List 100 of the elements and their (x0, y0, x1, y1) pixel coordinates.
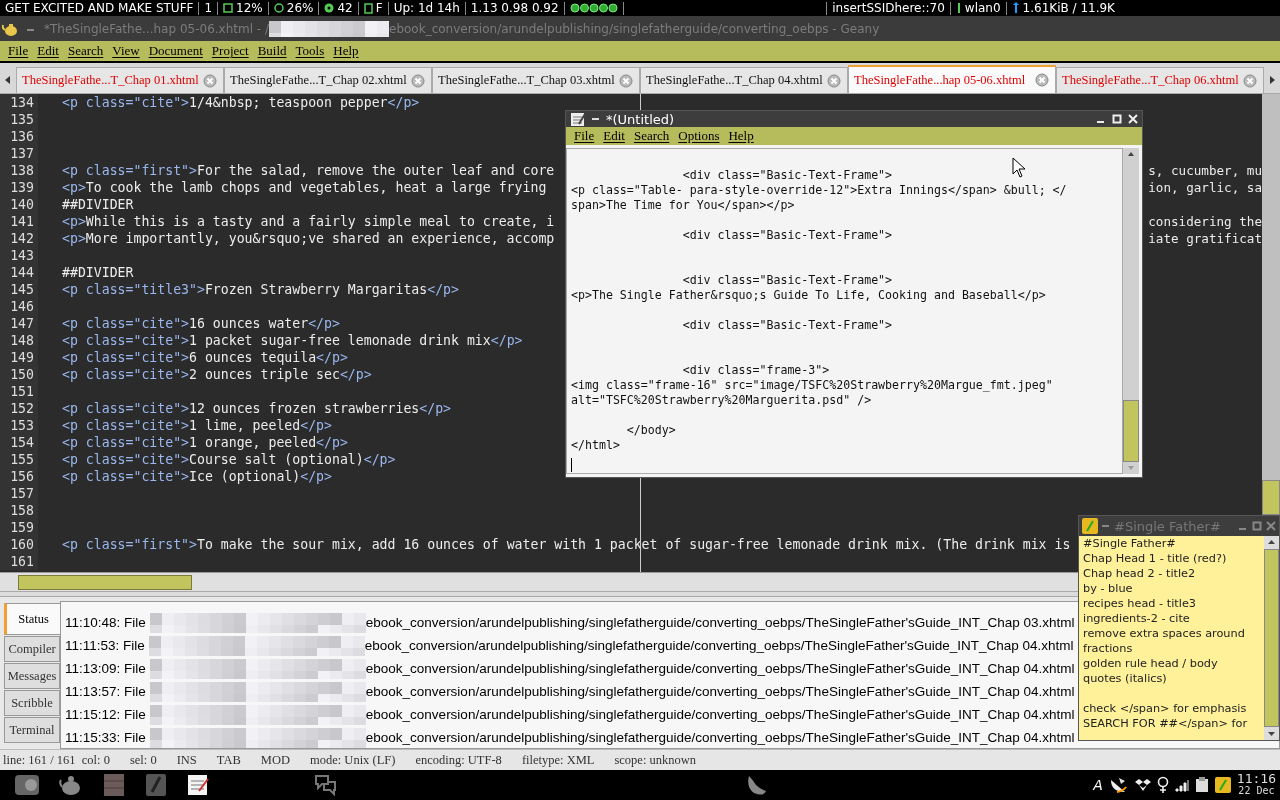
menu-item[interactable]: File (4, 43, 33, 59)
splitter-handle[interactable] (0, 591, 1078, 597)
code-line: <p class="cite">6 ounces tequila</p> (62, 349, 348, 366)
code-line: <p class="title3">Frozen Strawberry Margaritas</p> (62, 281, 459, 298)
menu-item[interactable]: File (570, 128, 599, 144)
status-text: encoding: UTF-8 (415, 752, 502, 768)
line-number: 147 (0, 315, 38, 332)
panel-text: 1.61KiB / 11.9K (1022, 1, 1115, 15)
line-number: 153 (0, 417, 38, 434)
line-number: 161 (0, 553, 38, 570)
clock-date[interactable]: 22 Dec (1238, 784, 1275, 797)
file-tab[interactable]: TheSingleFathe...T_Chap 03.xhtml (432, 67, 640, 93)
text-cursor (571, 458, 572, 472)
dish-icon[interactable] (1108, 775, 1129, 794)
panel-tab[interactable]: Status (4, 603, 60, 635)
panel-text: GET EXCITED AND MAKE STUFF (5, 1, 194, 15)
line-number: 149 (0, 349, 38, 366)
panel-text: 12% (236, 1, 263, 15)
menu-item[interactable]: View (108, 43, 144, 59)
window-title: #Single Father# (1114, 518, 1221, 534)
keyboard-layout-indicator[interactable]: A (1093, 776, 1103, 793)
status-text: MOD (260, 752, 290, 768)
clock-time[interactable]: 11:16 (1236, 772, 1276, 785)
scroll-thumb[interactable] (1123, 400, 1139, 462)
file-tab[interactable]: TheSingleFathe...T_Chap 06.xhtml (1056, 67, 1264, 93)
log-path: ebook_conversion/arundelpublishing/singlefatherguide/converting_oebps/TheSingleFather'sGuide_INT_Chap 03.xhtml (365, 615, 1075, 630)
document-icon (363, 2, 373, 14)
menu-item[interactable]: Project (207, 43, 253, 59)
code-line: <p>While this is a tasty and a fairly simple meal to create, i (62, 213, 555, 230)
cabinet-icon[interactable] (102, 772, 126, 797)
scrollbar[interactable] (1123, 148, 1139, 474)
line-number: 142 (0, 230, 38, 247)
clipboard-icon[interactable] (1194, 776, 1209, 793)
code-line: considering the (1148, 213, 1262, 230)
menu-item[interactable]: Help (724, 128, 758, 144)
chat-icon[interactable] (313, 772, 337, 797)
panel-tab[interactable]: Messages (4, 663, 60, 689)
dropbox-icon[interactable] (1134, 776, 1151, 793)
scroll-right-icon[interactable] (1269, 76, 1275, 84)
notes-icon[interactable] (1214, 776, 1231, 793)
mouse-pointer-icon (1012, 157, 1026, 178)
code-line: <p class="cite">12 ounces frozen strawberries</p> (62, 400, 452, 417)
status-text: filetype: XML (521, 752, 595, 768)
panel-tab[interactable]: Terminal (4, 717, 60, 743)
menu-item[interactable]: Options (674, 128, 724, 144)
code-line: <p>More importantly, you&rsquo;ve shared an experience, accomp (62, 230, 555, 247)
pen-icon[interactable] (144, 772, 168, 797)
code-line: <p class="cite">1 orange, peeled</p> (62, 434, 348, 451)
menu-item[interactable]: Edit (33, 43, 63, 59)
log-time: 11:13:09: File (65, 661, 147, 676)
log-path: ebook_conversion/arundelpublishing/singlefatherguide/converting_oebps/TheSingleFather'sGuide_INT_Chap 04.xhtml (365, 730, 1075, 745)
menu-item[interactable]: Search (63, 43, 108, 59)
file-tab[interactable]: TheSingleFathe...T_Chap 02.xhtml (224, 67, 432, 93)
notepad-icon[interactable] (186, 772, 210, 797)
panel-tab[interactable]: Compiler (4, 636, 60, 662)
line-number: 145 (0, 281, 38, 298)
menu-item[interactable]: Tools (291, 43, 329, 59)
menu-item[interactable]: Help (329, 43, 363, 59)
code-line: <p class="cite">1 packet sugar-free lemonade drink mix</p> (62, 332, 523, 349)
line-number: 143 (0, 247, 38, 264)
code-line: ##DIVIDER (62, 264, 134, 281)
signal-icon[interactable] (1174, 777, 1189, 792)
line-number: 140 (0, 196, 38, 213)
panel-text: 42 (337, 1, 353, 15)
scrollbar[interactable] (1264, 536, 1279, 740)
note-text[interactable]: #Single Father# Chap Head 1 - title (red?) Chap head 2 - title2 by - blue recipes head - title3 ingredients-2 - cite remove extra spaces around fractions golden rule head / body quotes (italics) check </span> for emphasis SEARCH FOR ##</span> for (1079, 536, 1264, 740)
log-time: 11:13:57: File (65, 684, 147, 699)
menu-item[interactable]: Search (629, 128, 674, 144)
indicator-icons (569, 3, 618, 13)
menu-item[interactable]: Document (144, 43, 207, 59)
minimize-icon[interactable] (592, 115, 600, 123)
panel-tab[interactable]: Scribble (4, 690, 60, 716)
menu-item[interactable]: Build (253, 43, 291, 59)
line-number: 154 (0, 434, 38, 451)
line-number: 152 (0, 400, 38, 417)
code-line: <p class="cite">16 ounces water</p> (62, 315, 340, 332)
line-number: 139 (0, 179, 38, 196)
code-line: ion, garlic, sa (1148, 179, 1262, 196)
code-line: iate gratificat (1148, 230, 1262, 247)
female-symbol-icon[interactable] (1156, 775, 1169, 794)
panel-text: 26% (286, 1, 314, 15)
file-tab[interactable]: TheSingleFathe...T_Chap 01.xhtml (16, 67, 224, 93)
menu-item[interactable]: Edit (599, 128, 629, 144)
line-number: 157 (0, 485, 38, 502)
status-text: TAB (216, 752, 241, 768)
log-path: ebook_conversion/arundelpublishing/singlefatherguide/converting_oebps/TheSingleFather'sGuide_INT_Chap 04.xhtml (364, 638, 1074, 653)
scrollbar[interactable] (1262, 94, 1280, 515)
line-number: 135 (0, 111, 38, 128)
panel-text: 1 (204, 1, 213, 15)
line-number: 159 (0, 519, 38, 536)
app-icon[interactable] (14, 772, 40, 797)
file-tab[interactable]: TheSingleFathe...hap 05-06.xhtml (848, 65, 1056, 93)
window-title: *(Untitled) (606, 111, 675, 127)
panel-text: insertSSIDhere::70 (832, 1, 945, 15)
file-tab[interactable]: TheSingleFathe...T_Chap 04.xhtml (640, 67, 848, 93)
scroll-left-icon[interactable] (5, 76, 11, 84)
code-line: s, cucumber, mu (1148, 162, 1262, 179)
line-number: 146 (0, 298, 38, 315)
status-text: scope: unknown (614, 752, 697, 768)
line-number: 151 (0, 383, 38, 400)
